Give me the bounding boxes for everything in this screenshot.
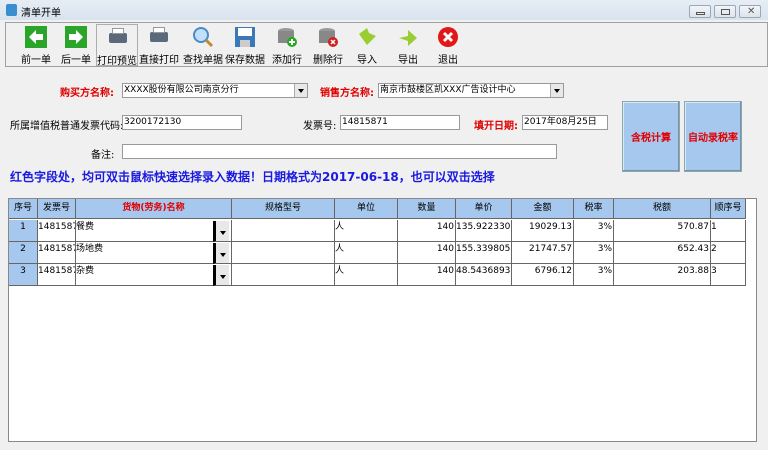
table-cell[interactable]: 14815871 bbox=[38, 264, 76, 286]
table-cell[interactable]: 135.9223301 bbox=[456, 220, 512, 242]
client-area: 前一单 后一单 打印预览 直接打印 查找单据 保存数据 添加行 删除行 导入 导出 退出 购买方名称… bbox=[0, 20, 768, 450]
table-cell[interactable]: 21747.57 bbox=[512, 242, 574, 264]
table-cell[interactable]: 203.88 bbox=[614, 264, 711, 286]
table-cell[interactable]: 3 bbox=[711, 264, 746, 286]
table-cell[interactable]: 1 bbox=[711, 220, 746, 242]
table-cell[interactable]: 人 bbox=[335, 242, 398, 264]
buyer-value: XXXX股份有限公司南京分行 bbox=[124, 85, 239, 95]
column-header[interactable]: 货物(劳务)名称 bbox=[76, 199, 232, 219]
window-title: 清单开单 bbox=[21, 8, 61, 19]
invoice-no-label: 发票号: bbox=[303, 121, 337, 132]
close-button[interactable]: ✕ bbox=[739, 5, 761, 18]
column-header[interactable]: 发票号 bbox=[38, 199, 76, 219]
code-label: 所属增值税普通发票代码: bbox=[10, 121, 124, 132]
date-label: 填开日期: bbox=[474, 121, 518, 132]
column-header[interactable]: 规格型号 bbox=[232, 199, 335, 219]
minimize-button[interactable] bbox=[689, 5, 711, 18]
database-delete-icon bbox=[317, 26, 339, 48]
column-header[interactable]: 顺序号 bbox=[711, 199, 746, 219]
hint-text: 红色字段处，均可双击鼠标快速选择录入数据！日期格式为2017-06-18，也可以… bbox=[10, 170, 495, 184]
table-cell[interactable]: 3% bbox=[574, 242, 614, 264]
remark-label: 备注: bbox=[91, 150, 115, 161]
chevron-down-icon[interactable] bbox=[213, 243, 229, 264]
table-cell[interactable]: 48.54368932 bbox=[456, 264, 512, 286]
database-add-icon bbox=[276, 26, 298, 48]
column-header[interactable]: 税额 bbox=[614, 199, 711, 219]
table-cell[interactable]: 人 bbox=[335, 264, 398, 286]
remark-input[interactable] bbox=[122, 144, 557, 159]
exit-label: 退出 bbox=[438, 55, 458, 66]
table-cell[interactable]: 2 bbox=[711, 242, 746, 264]
floppy-icon bbox=[234, 26, 256, 48]
print-button[interactable]: 直接打印 bbox=[138, 24, 180, 66]
maximize-button[interactable] bbox=[714, 5, 736, 18]
arrow-left-icon bbox=[25, 26, 47, 48]
table-cell[interactable]: 3% bbox=[574, 220, 614, 242]
table-cell[interactable]: 140 bbox=[398, 220, 456, 242]
exit-button[interactable]: 退出 bbox=[427, 24, 469, 66]
table-cell[interactable]: 19029.13 bbox=[512, 220, 574, 242]
exit-icon bbox=[437, 26, 459, 48]
toolbar: 前一单 后一单 打印预览 直接打印 查找单据 保存数据 添加行 删除行 导入 导出 退出 bbox=[5, 22, 768, 67]
auto-tax-rate-button[interactable]: 自动录税率 bbox=[684, 101, 742, 172]
tax-calc-button[interactable]: 含税计算 bbox=[622, 101, 680, 172]
arrow-right-icon bbox=[65, 26, 87, 48]
chevron-down-icon[interactable] bbox=[550, 84, 563, 97]
table-cell[interactable]: 570.87 bbox=[614, 220, 711, 242]
chevron-down-icon[interactable] bbox=[213, 265, 229, 286]
table-cell[interactable]: 155.3398058 bbox=[456, 242, 512, 264]
table-cell[interactable] bbox=[232, 220, 335, 242]
table-cell[interactable]: 14815871 bbox=[38, 242, 76, 264]
table-cell[interactable]: 14815871 bbox=[38, 220, 76, 242]
table-cell[interactable] bbox=[232, 264, 335, 286]
seller-value: 南京市鼓楼区凯XXX广告设计中心 bbox=[380, 85, 516, 95]
column-header[interactable]: 单价 bbox=[456, 199, 512, 219]
magnifier-icon bbox=[192, 26, 214, 48]
table-cell[interactable]: 场地费 bbox=[76, 242, 232, 264]
seller-combo[interactable]: 南京市鼓楼区凯XXX广告设计中心 bbox=[378, 83, 564, 98]
column-header[interactable]: 单位 bbox=[335, 199, 398, 219]
column-header[interactable]: 序号 bbox=[9, 199, 38, 219]
printer-preview-icon bbox=[107, 27, 129, 49]
row-number: 1 bbox=[9, 220, 38, 242]
chevron-down-icon[interactable] bbox=[213, 221, 229, 242]
table-cell[interactable]: 652.43 bbox=[614, 242, 711, 264]
buyer-combo[interactable]: XXXX股份有限公司南京分行 bbox=[122, 83, 308, 98]
import-arrow-icon bbox=[356, 26, 378, 48]
table-cell[interactable]: 杂费 bbox=[76, 264, 232, 286]
seller-label: 销售方名称: bbox=[320, 88, 374, 99]
table-cell[interactable] bbox=[232, 242, 335, 264]
row-number: 2 bbox=[9, 242, 38, 264]
column-header[interactable]: 税率 bbox=[574, 199, 614, 219]
table-cell[interactable]: 140 bbox=[398, 242, 456, 264]
column-header[interactable]: 数量 bbox=[398, 199, 456, 219]
export-arrow-icon bbox=[397, 26, 419, 48]
table-cell[interactable]: 140 bbox=[398, 264, 456, 286]
table-cell[interactable]: 餐费 bbox=[76, 220, 232, 242]
row-number: 3 bbox=[9, 264, 38, 286]
code-input[interactable]: 3200172130 bbox=[122, 115, 242, 130]
chevron-down-icon[interactable] bbox=[294, 84, 307, 97]
column-header[interactable]: 金额 bbox=[512, 199, 574, 219]
items-grid: 序号发票号货物(劳务)名称规格型号单位数量单价金额税率税额顺序号11481587… bbox=[8, 198, 757, 442]
table-cell[interactable]: 人 bbox=[335, 220, 398, 242]
table-cell[interactable]: 3% bbox=[574, 264, 614, 286]
date-input[interactable]: 2017年08月25日 bbox=[522, 115, 608, 130]
app-icon bbox=[6, 4, 17, 16]
title-bar: 清单开单 ✕ bbox=[0, 0, 768, 20]
table-cell[interactable]: 6796.12 bbox=[512, 264, 574, 286]
printer-icon bbox=[148, 26, 170, 48]
buyer-label: 购买方名称: bbox=[60, 88, 114, 99]
invoice-no-input[interactable]: 14815871 bbox=[340, 115, 460, 130]
